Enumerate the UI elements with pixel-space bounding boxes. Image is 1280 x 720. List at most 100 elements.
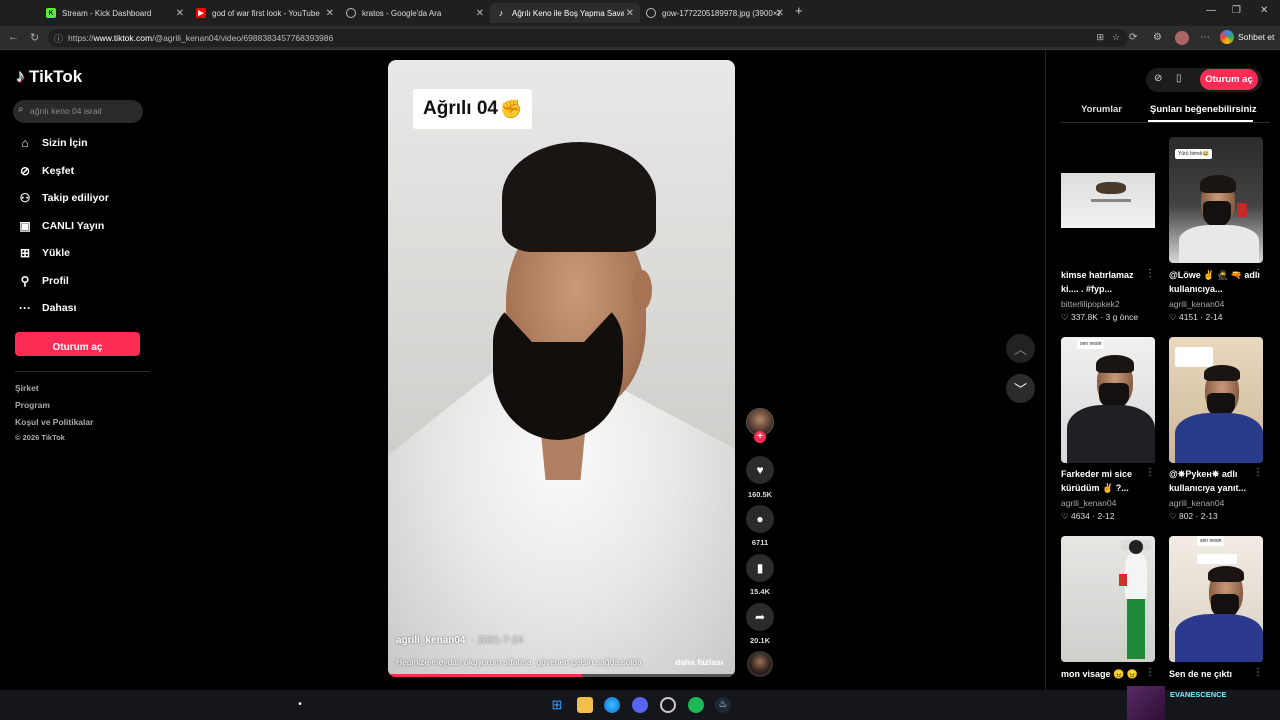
footer-link-program[interactable]: Program <box>15 400 50 410</box>
close-icon[interactable]: ✕ <box>476 8 484 19</box>
live-icon: ▣ <box>19 219 31 233</box>
discord-icon[interactable] <box>632 697 648 713</box>
close-icon[interactable]: ✕ <box>326 8 334 19</box>
comment-button[interactable]: ● <box>746 505 774 533</box>
address-bar-row: ← ↻ ⓘ https://www.tiktok.com/@agrili_ken… <box>0 26 1280 50</box>
suggestion-author[interactable]: bitterlilipopkek2 <box>1061 299 1120 309</box>
close-icon[interactable]: ✕ <box>626 8 634 19</box>
share-button[interactable]: ➦ <box>746 603 774 631</box>
suggestion-thumbnail[interactable] <box>1061 536 1155 662</box>
more-options-icon[interactable]: ⋮ <box>1253 667 1263 678</box>
suggestion-thumbnail[interactable]: sen nesin <box>1169 536 1263 662</box>
steam-icon[interactable]: ♨ <box>715 697 731 713</box>
file-explorer-icon[interactable] <box>577 697 593 713</box>
sidebar-item-live[interactable]: ▣ CANLI Yayın <box>16 216 104 236</box>
suggestion-author[interactable]: agrili_kenan04 <box>1169 299 1224 309</box>
tab-title: Ağrılı Keno ile Boş Yapma Savaşına <box>512 8 624 18</box>
sidebar-item-more[interactable]: ··· Dahası <box>16 298 76 318</box>
profile-avatar-icon[interactable] <box>1175 31 1189 45</box>
sidebar-item-for-you[interactable]: ⌂ Sizin İçin <box>16 133 87 153</box>
sidebar-item-upload[interactable]: ⊞ Yükle <box>16 243 70 263</box>
close-icon[interactable]: ✕ <box>776 8 784 19</box>
more-options-icon[interactable]: ⋮ <box>1253 467 1263 478</box>
like-button[interactable]: ♥ <box>746 456 774 484</box>
more-options-icon[interactable]: ⋮ <box>1253 268 1263 279</box>
url-field[interactable]: ⓘ https://www.tiktok.com/@agrili_kenan04… <box>48 29 1128 47</box>
tab-youtube[interactable]: ▶ god of war first look - YouTube ✕ <box>190 3 340 23</box>
login-button[interactable]: Oturum aç <box>15 332 140 356</box>
tab-suggestions[interactable]: Şunları beğenebilirsiniz <box>1150 104 1257 115</box>
footer-link-terms[interactable]: Koşul ve Politikalar <box>15 417 93 427</box>
chat-button[interactable]: Sohbet et <box>1238 32 1274 42</box>
suggestion-title[interactable]: mon visage 😠 😠 <box>1061 667 1153 681</box>
save-count: 15.4K <box>749 587 770 596</box>
music-disc[interactable] <box>747 651 773 677</box>
edge-icon[interactable] <box>604 697 620 713</box>
tab-tiktok[interactable]: ♪ Ağrılı Keno ile Boş Yapma Savaşına ✕ <box>490 3 640 23</box>
menu-dots-icon[interactable]: ⋯ <box>1200 32 1210 43</box>
copilot-icon[interactable] <box>1220 30 1234 44</box>
windows-start-icon[interactable]: ⊞ <box>549 697 565 713</box>
suggestion-author[interactable]: agrili_kenan04 <box>1169 498 1224 508</box>
close-icon[interactable]: ✕ <box>176 8 184 19</box>
sidebar-item-following[interactable]: ⚇ Takip ediliyor <box>16 188 109 208</box>
header-login-button[interactable]: Oturum aç <box>1200 69 1258 90</box>
suggestion-thumbnail[interactable]: Yürü birrek😂 <box>1169 137 1263 263</box>
media-thumbnail[interactable] <box>1127 686 1165 720</box>
tiktok-note-icon: ♪ <box>16 66 25 86</box>
caption-more-link[interactable]: daha fazlası <box>675 657 723 667</box>
video-author-line[interactable]: agrili_kenan04 · 2021-7-24 <box>396 635 523 646</box>
tab-title: god of war first look - YouTube <box>212 8 320 18</box>
video-player[interactable]: Ağrılı 04 ✊ agrili_kenan04 · 2021-7-24 Hep… <box>388 60 735 677</box>
previous-video-button[interactable]: ︿ <box>1006 334 1035 363</box>
sidebar-item-explore[interactable]: ⊘ Keşfet <box>16 161 74 181</box>
video-date: · 2021-7-24 <box>471 635 524 646</box>
network-icon[interactable]: • <box>292 697 308 713</box>
tiktok-logo[interactable]: ♪ TikTok <box>16 66 82 87</box>
info-icon[interactable]: ⓘ <box>54 32 63 45</box>
sidebar-item-profile[interactable]: ⚲ Profil <box>16 271 69 291</box>
tab-kick[interactable]: K Stream - Kick Dashboard ✕ <box>40 3 190 23</box>
window-close-icon[interactable]: ✕ <box>1260 5 1268 16</box>
tab-image[interactable]: gow-1772205189978.jpg (3900×2 ✕ <box>640 3 790 23</box>
suggestion-title[interactable]: Sen de ne çıktı <box>1169 667 1261 681</box>
new-tab-icon[interactable]: + <box>795 3 803 18</box>
search-input[interactable]: ⌕ ağrılı keno 04 israil <box>13 100 143 123</box>
tab-google[interactable]: kratos - Google'da Ara ✕ <box>340 3 490 23</box>
suggestion-thumbnail[interactable] <box>1169 337 1263 463</box>
compass-icon: ⊘ <box>19 164 31 178</box>
footer-link-company[interactable]: Şirket <box>15 383 39 393</box>
back-icon[interactable]: ← <box>8 31 19 43</box>
video-author[interactable]: agrili_kenan04 <box>396 635 465 646</box>
compass-icon[interactable]: ⊘ <box>1154 73 1162 84</box>
suggestion-title[interactable]: @Löwe ✌️ 🥷 🔫 adlı kullanıcıya... <box>1169 268 1261 296</box>
spotify-icon[interactable] <box>688 697 704 713</box>
more-options-icon[interactable]: ⋮ <box>1145 467 1155 478</box>
save-button[interactable]: ▮ <box>746 554 774 582</box>
tab-favicon-extra[interactable] <box>14 3 30 23</box>
follow-plus-icon[interactable]: + <box>754 431 766 443</box>
more-options-icon[interactable]: ⋮ <box>1145 667 1155 678</box>
grid-icon[interactable]: ⊞ <box>1096 32 1104 43</box>
search-text: ağrılı keno 04 israil <box>30 106 102 116</box>
globe-icon <box>346 8 356 18</box>
tab-comments[interactable]: Yorumlar <box>1081 104 1122 115</box>
suggestion-title[interactable]: kimse hatırlamaz ki.... . #fyp... <box>1061 268 1153 296</box>
extensions-icon[interactable]: ⚙ <box>1153 32 1162 43</box>
refresh-extension-icon[interactable]: ⟳ <box>1129 32 1137 43</box>
suggestion-title[interactable]: Farkeder mi sice kürüdüm ✌️ ?... <box>1061 467 1153 495</box>
maximize-icon[interactable]: ❐ <box>1232 5 1241 16</box>
more-options-icon[interactable]: ⋮ <box>1145 268 1155 279</box>
mobile-icon[interactable]: ▯ <box>1176 73 1182 84</box>
next-video-button[interactable]: ﹀ <box>1006 374 1035 403</box>
reload-icon[interactable]: ↻ <box>30 31 39 44</box>
suggestion-title[interactable]: @✵Руkен✵ adlı kullanıcıya yanıt... <box>1169 467 1261 495</box>
star-icon[interactable]: ☆ <box>1112 32 1120 43</box>
video-progress-bar[interactable] <box>388 674 735 677</box>
minimize-icon[interactable]: — <box>1206 5 1216 16</box>
suggestion-thumbnail[interactable]: sen nesin <box>1061 337 1155 463</box>
obs-icon[interactable] <box>660 697 676 713</box>
suggestion-thumbnail[interactable] <box>1061 137 1155 263</box>
comment-icon: ● <box>756 512 764 526</box>
suggestion-author[interactable]: agrili_kenan04 <box>1061 498 1116 508</box>
